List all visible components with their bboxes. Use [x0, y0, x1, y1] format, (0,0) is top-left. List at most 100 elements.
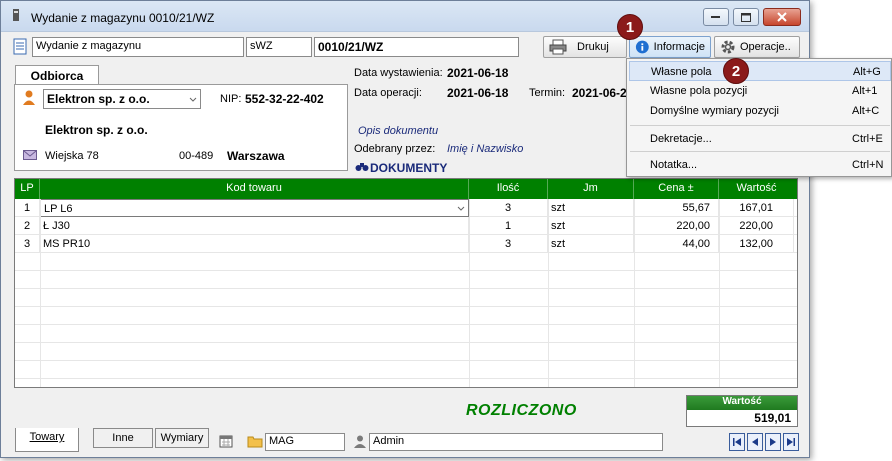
close-button[interactable]: [763, 8, 801, 26]
total-box: Wartość 519,01: [686, 395, 798, 427]
row-code: Ł J30: [40, 217, 469, 235]
menu-item-note[interactable]: Notatka... Ctrl+N: [629, 155, 891, 175]
tab-towary[interactable]: Towary: [15, 428, 79, 452]
row-lp: 1: [15, 199, 40, 217]
items-grid: LP Kod towaru Ilość Jm Cena ± Wartość 1 …: [14, 178, 798, 388]
tab-wymiary[interactable]: Wymiary: [155, 428, 209, 448]
header-code[interactable]: Kod towaru: [40, 179, 469, 199]
menu-item-shortcut: Ctrl+N: [852, 159, 884, 171]
total-value: 519,01: [754, 411, 791, 425]
menu-separator: [630, 125, 890, 126]
nav-prev-button[interactable]: [747, 433, 763, 451]
empty-row: [15, 361, 797, 379]
row-price: 55,67: [634, 199, 719, 217]
description-placeholder[interactable]: Opis dokumentu: [358, 125, 438, 137]
recipient-full-name: Elektron sp. z o.o.: [45, 123, 148, 137]
person-icon: [23, 90, 35, 105]
folder-icon: [247, 436, 263, 448]
operations-label: Operacje..: [740, 41, 791, 53]
menu-item-default-dimensions[interactable]: Domyślne wymiary pozycji Alt+C: [629, 101, 891, 121]
menu-item-shortcut: Alt+G: [853, 66, 881, 78]
dropdown-arrow-icon: [189, 97, 197, 102]
nav-next-button[interactable]: [765, 433, 781, 451]
issue-date-label: Data wystawienia:: [354, 67, 443, 79]
issue-date-value[interactable]: 2021-06-18: [447, 66, 508, 80]
menu-item-label: Własne pola: [651, 66, 712, 78]
series-field[interactable]: sWZ: [246, 37, 312, 57]
nav-last-button[interactable]: [783, 433, 799, 451]
nip-label: NIP:: [220, 93, 242, 105]
print-label: Drukuj: [577, 41, 609, 53]
recipient-panel: Elektron sp. z o.o. NIP: 552-32-22-402 E…: [14, 84, 348, 171]
nip-value: 552-32-22-402: [245, 92, 324, 106]
menu-item-label: Własne pola pozycji: [650, 85, 748, 97]
row-code[interactable]: LP L6: [40, 199, 469, 217]
tab-recipient[interactable]: Odbiorca: [15, 65, 99, 85]
received-by-placeholder[interactable]: Imię i Nazwisko: [447, 143, 523, 155]
last-icon: [787, 438, 795, 446]
nav-first-button[interactable]: [729, 433, 745, 451]
menu-item-shortcut: Ctrl+E: [852, 133, 883, 145]
table-row[interactable]: 2 Ł J30 1 szt 220,00 220,00: [15, 217, 797, 235]
header-price[interactable]: Cena ±: [634, 179, 719, 199]
operation-date-value[interactable]: 2021-06-18: [447, 86, 508, 100]
documents-link[interactable]: DOKUMENTY: [370, 161, 447, 175]
header-value[interactable]: Wartość: [719, 179, 794, 199]
maximize-icon: [741, 12, 751, 22]
menu-item-custom-item-fields[interactable]: Własne pola pozycji Alt+1: [629, 81, 891, 101]
print-button[interactable]: Drukuj: [543, 36, 627, 58]
calendar-icon[interactable]: [219, 434, 233, 448]
prev-icon: [752, 438, 758, 446]
step-badge-1: 1: [617, 14, 643, 40]
operation-date-label: Data operacji:: [354, 87, 422, 99]
user-field[interactable]: Admin: [369, 433, 663, 451]
menu-item-custom-fields[interactable]: Własne pola Alt+G: [629, 61, 891, 81]
row-price: 44,00: [634, 235, 719, 253]
menu-item-label: Notatka...: [650, 159, 698, 171]
status-label: ROZLICZONO: [466, 402, 577, 419]
recipient-city: Warszawa: [227, 149, 285, 163]
user-icon: [354, 435, 366, 448]
maximize-button[interactable]: [733, 8, 759, 26]
menu-item-decrees[interactable]: Dekretacje... Ctrl+E: [629, 129, 891, 149]
tab-inne-label: Inne: [112, 432, 134, 444]
first-icon: [733, 438, 741, 446]
menu-item-shortcut: Alt+C: [852, 105, 880, 117]
recipient-dropdown-button[interactable]: [188, 90, 200, 108]
header-unit[interactable]: Jm: [548, 179, 634, 199]
header-qty[interactable]: Ilość: [469, 179, 548, 199]
warehouse-field[interactable]: MAG: [265, 433, 345, 451]
close-icon: [777, 12, 787, 22]
term-value[interactable]: 2021-06-2: [572, 86, 627, 100]
empty-row: [15, 343, 797, 361]
row-code-dropdown[interactable]: [456, 200, 468, 216]
menu-item-shortcut: Alt+1: [852, 85, 878, 97]
table-row[interactable]: 3 MS PR10 3 szt 44,00 132,00: [15, 235, 797, 253]
title-bar: Wydanie z magazynu 0010/21/WZ: [1, 1, 809, 32]
document-toolbar: Wydanie z magazynu sWZ 0010/21/WZ Drukuj…: [9, 36, 803, 59]
binoculars-icon: [355, 163, 369, 171]
recipient-postcode: 00-489: [179, 150, 214, 162]
header-lp[interactable]: LP: [15, 179, 40, 199]
row-qty: 3: [469, 235, 548, 253]
row-qty: 3: [469, 199, 548, 217]
row-price: 220,00: [634, 217, 719, 235]
row-unit: szt: [548, 199, 634, 217]
document-type-field[interactable]: Wydanie z magazynu: [32, 37, 244, 57]
printer-icon: [549, 39, 567, 55]
document-number-field[interactable]: 0010/21/WZ: [314, 37, 519, 57]
table-row[interactable]: 1 LP L6 3 szt 55,67 167,01: [15, 199, 797, 217]
tab-wymiary-label: Wymiary: [160, 432, 204, 444]
term-label: Termin:: [529, 87, 566, 99]
recipient-street: Wiejska 78: [45, 150, 99, 162]
operations-button[interactable]: Operacje..: [714, 36, 800, 58]
envelope-icon: [23, 150, 37, 160]
tab-inne[interactable]: Inne: [93, 428, 153, 448]
info-button[interactable]: Informacje: [629, 36, 711, 58]
recipient-select[interactable]: Elektron sp. z o.o.: [43, 89, 201, 109]
info-icon: [635, 40, 649, 54]
grid-header: LP Kod towaru Ilość Jm Cena ± Wartość: [15, 179, 797, 199]
total-label: Wartość: [687, 396, 797, 410]
row-lp: 3: [15, 235, 40, 253]
minimize-button[interactable]: [703, 8, 729, 26]
